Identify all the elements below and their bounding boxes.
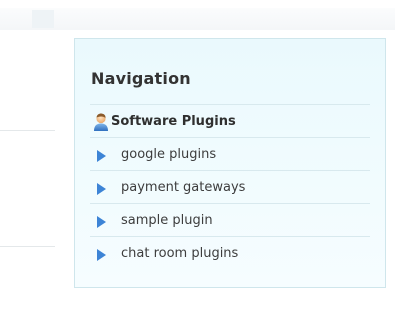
arrow-right-icon [97, 216, 106, 228]
arrow-right-icon [97, 150, 106, 162]
nav-item-chat-room-plugins[interactable]: chat room plugins [90, 236, 370, 269]
left-divider [0, 246, 55, 247]
arrow-right-icon [97, 183, 106, 195]
nav-item-sample-plugin[interactable]: sample plugin [90, 203, 370, 236]
arrow-right-icon [97, 249, 106, 261]
nav-section-label: Software Plugins [111, 114, 236, 129]
nav-item-label: google plugins [121, 147, 217, 162]
left-divider [0, 130, 55, 131]
navigation-title: Navigation [91, 69, 191, 88]
top-background-strip [0, 8, 395, 30]
nav-item-payment-gateways[interactable]: payment gateways [90, 170, 370, 203]
nav-item-label: chat room plugins [121, 246, 239, 261]
navigation-panel: Navigation Software Plugins google plugi… [74, 38, 386, 288]
nav-section-software-plugins[interactable]: Software Plugins [90, 104, 370, 137]
user-icon [94, 113, 108, 131]
nav-item-google-plugins[interactable]: google plugins [90, 137, 370, 170]
top-background-corner [32, 10, 54, 28]
navigation-list: Software Plugins google plugins payment … [90, 104, 370, 269]
nav-item-label: sample plugin [121, 213, 213, 228]
nav-item-label: payment gateways [121, 180, 246, 195]
